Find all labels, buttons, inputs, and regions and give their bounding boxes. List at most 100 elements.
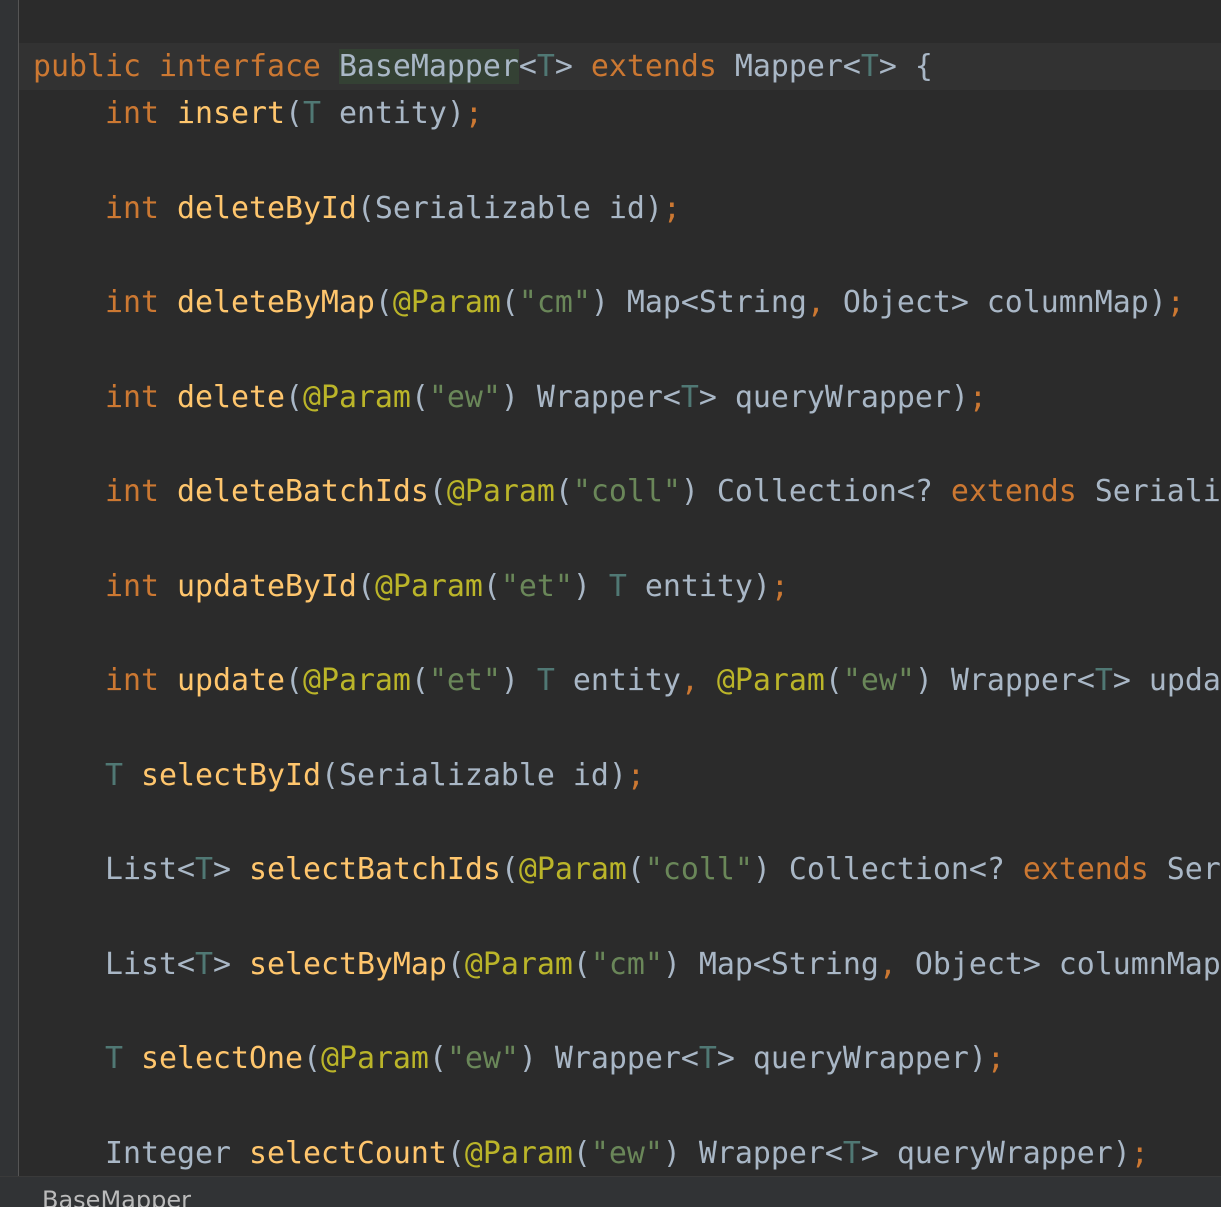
code-token: T: [680, 379, 699, 415]
code-token: ;: [662, 190, 681, 226]
code-token: "coll": [572, 474, 681, 510]
code-line[interactable]: List<T> selectByMap(@Param("cm") Map<Str…: [33, 941, 1221, 988]
code-token: @Param: [518, 852, 627, 888]
code-token: T: [698, 1041, 717, 1077]
code-token: @Param: [716, 663, 825, 699]
code-token: deleteBatchIds: [176, 474, 429, 510]
code-token: (: [824, 663, 843, 699]
code-token: Object> columnMap): [842, 285, 1167, 321]
code-token: (: [572, 1135, 591, 1171]
code-token: @Param: [464, 1135, 573, 1171]
code-token: int: [33, 285, 177, 321]
code-line[interactable]: public interface BaseMapper<T> extends M…: [33, 43, 933, 90]
code-token: > queryWrapper): [716, 1041, 987, 1077]
code-line[interactable]: int insert(T entity);: [33, 90, 483, 137]
code-line[interactable]: Integer selectCount(@Param("ew") Wrapper…: [33, 1130, 1149, 1176]
code-token: > updateWrapper): [1112, 663, 1221, 699]
code-line[interactable]: T selectOne(@Param("ew") Wrapper<T> quer…: [33, 1035, 1005, 1082]
code-token: "coll": [644, 852, 753, 888]
code-token: selectById: [140, 757, 321, 793]
code-token: > queryWrapper): [860, 1135, 1131, 1171]
code-line[interactable]: List<T> selectBatchIds(@Param("coll") Co…: [33, 846, 1221, 893]
code-token: ;: [770, 568, 789, 604]
code-token: selectBatchIds: [248, 852, 501, 888]
code-token: public interface: [33, 49, 339, 84]
code-token: deleteByMap: [176, 285, 375, 321]
code-token: List<: [33, 852, 195, 888]
code-token: @Param: [320, 1041, 429, 1077]
code-token: ,: [806, 285, 843, 321]
code-token: entity): [626, 568, 771, 604]
code-token: (: [356, 568, 375, 604]
code-token: ) Map<String: [590, 285, 807, 321]
code-token: (: [428, 1041, 447, 1077]
code-token: int: [33, 474, 177, 510]
breadcrumb-item[interactable]: BaseMapper: [42, 1186, 191, 1207]
code-token: "cm": [590, 946, 663, 982]
code-line[interactable]: int updateById(@Param("et") T entity);: [33, 563, 789, 610]
code-editor[interactable]: public interface BaseMapper<T> extends M…: [19, 0, 1221, 1176]
code-token: extends: [1022, 852, 1167, 888]
code-token: Mapper: [734, 49, 843, 84]
code-token: ;: [1166, 285, 1185, 321]
code-line[interactable]: int update(@Param("et") T entity, @Param…: [33, 657, 1221, 704]
code-token: (: [284, 379, 303, 415]
code-token: (Serializable id): [356, 190, 663, 226]
code-line[interactable]: int deleteBatchIds(@Param("coll") Collec…: [33, 468, 1221, 515]
code-token: T: [194, 852, 213, 888]
code-token: int: [33, 190, 177, 226]
code-token: ;: [986, 1041, 1005, 1077]
code-token: selectCount: [248, 1135, 447, 1171]
code-token: selectByMap: [248, 946, 447, 982]
code-token: ): [500, 663, 537, 699]
code-token: int: [33, 379, 177, 415]
code-token: @Param: [446, 474, 555, 510]
code-token: selectOne: [140, 1041, 303, 1077]
code-token: >: [212, 946, 249, 982]
code-line[interactable]: int delete(@Param("ew") Wrapper<T> query…: [33, 374, 987, 421]
code-token: (: [284, 96, 303, 132]
code-token: @Param: [392, 285, 501, 321]
code-token: (: [500, 285, 519, 321]
code-token: >: [212, 852, 249, 888]
code-token: (: [626, 852, 645, 888]
code-token: ;: [1130, 1135, 1149, 1171]
code-token: Serializable> idList): [1094, 474, 1221, 510]
breadcrumb-bar: BaseMapper: [0, 1176, 1221, 1207]
code-token: (: [428, 474, 447, 510]
code-token: extends: [950, 474, 1095, 510]
code-token: entity): [320, 96, 465, 132]
code-token: "ew": [590, 1135, 663, 1171]
code-token: "et": [428, 663, 501, 699]
code-token: (: [446, 1135, 465, 1171]
code-token: ) Wrapper<: [914, 663, 1095, 699]
code-token: "cm": [518, 285, 591, 321]
code-line[interactable]: T selectById(Serializable id);: [33, 752, 645, 799]
code-token: (: [410, 379, 429, 415]
code-token: (: [374, 285, 393, 321]
editor-gutter[interactable]: [0, 0, 19, 1176]
code-line[interactable]: int deleteById(Serializable id);: [33, 185, 681, 232]
code-token: @Param: [374, 568, 483, 604]
code-token: T: [1094, 663, 1113, 699]
code-token: int: [33, 568, 177, 604]
code-token: ) Wrapper<: [662, 1135, 843, 1171]
code-token: (: [302, 1041, 321, 1077]
code-token: <: [518, 49, 537, 84]
code-token: ) Collection<?: [680, 474, 951, 510]
code-token: ) Map<String: [662, 946, 879, 982]
code-token: > {: [878, 49, 933, 84]
code-token: deleteById: [176, 190, 357, 226]
code-token: extends: [590, 49, 735, 84]
code-token: ,: [878, 946, 915, 982]
code-token: entity: [554, 663, 681, 699]
code-token: Serializable> idList): [1166, 852, 1221, 888]
code-token: Object> columnMap): [914, 946, 1221, 982]
code-token: T: [536, 663, 555, 699]
code-token: "ew": [842, 663, 915, 699]
code-token: updateById: [176, 568, 357, 604]
code-line[interactable]: int deleteByMap(@Param("cm") Map<String,…: [33, 279, 1185, 326]
code-token: ) Wrapper<: [500, 379, 681, 415]
code-token: T: [842, 1135, 861, 1171]
code-token: @Param: [302, 379, 411, 415]
